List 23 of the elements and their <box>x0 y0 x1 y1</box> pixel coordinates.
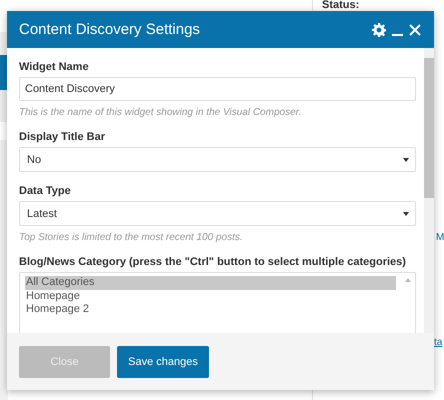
settings-icon[interactable] <box>372 22 386 36</box>
field-label: Data Type <box>19 185 72 197</box>
dialog-title: Content Discovery Settings <box>19 21 200 38</box>
field-label: Display Title Bar <box>19 131 106 143</box>
caret-icon <box>403 158 409 162</box>
scrollbar[interactable] <box>424 48 434 333</box>
partial-text: M <box>436 232 444 243</box>
list-option[interactable]: All Categories <box>25 276 396 290</box>
dropdown[interactable]: Latest <box>19 201 416 226</box>
close-icon[interactable] <box>409 24 421 36</box>
caret-icon <box>403 212 409 216</box>
field-label: Widget Name <box>19 61 90 73</box>
field-label: Blog/News Category (press the "Ctrl" button to select multiple categories) <box>19 256 407 268</box>
help-text: Top Stories is limited to the most recent 100 posts. <box>19 232 244 243</box>
list-option[interactable]: Homepage 2 <box>25 303 396 316</box>
help-text: This is the name of this widget showing in the Visual Composer. <box>19 107 302 118</box>
text-field[interactable]: Content Discovery <box>19 77 416 101</box>
list-option[interactable]: Homepage <box>25 290 396 303</box>
dropdown[interactable]: No <box>19 147 416 172</box>
partial-link[interactable]: ta <box>434 337 442 348</box>
category-list[interactable]: All Categories Homepage Homepage 2 <box>19 272 416 333</box>
status-label: Status: <box>322 0 360 11</box>
save-button[interactable]: Save changes <box>117 346 209 378</box>
